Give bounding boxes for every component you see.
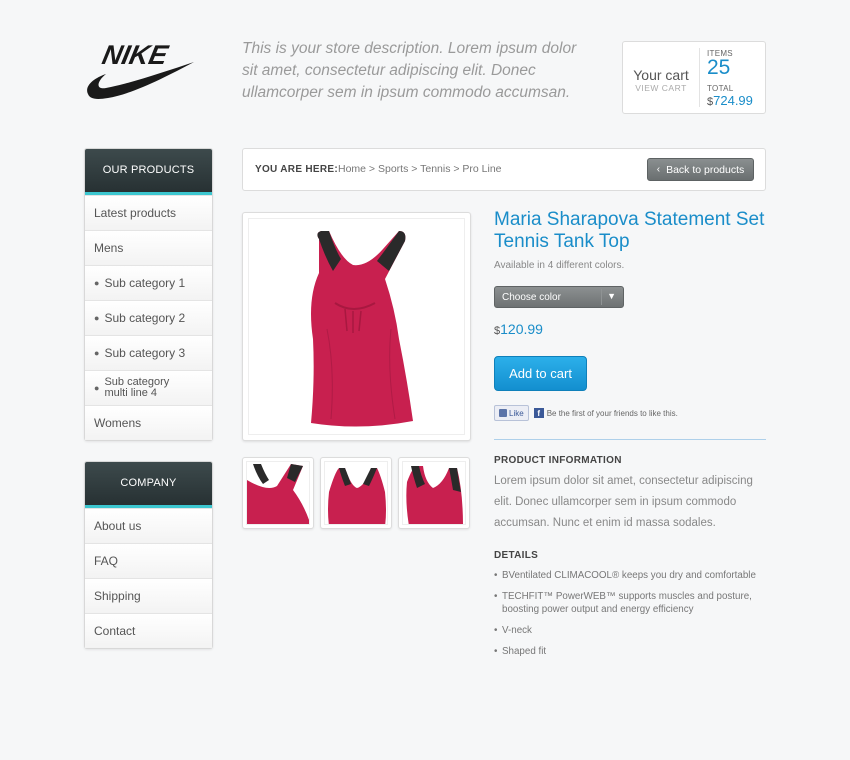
chevron-left-icon: ‹ [656,164,661,175]
details-title: DETAILS [494,550,539,561]
bullet-icon: ● [94,383,100,393]
like-button[interactable]: Like [494,405,529,421]
add-to-cart-button[interactable]: Add to cart [494,356,587,391]
sidebar-item-faq[interactable]: FAQ [85,543,212,578]
sidebar-item-label: Womens [94,416,142,430]
sidebar-item-sub-category-1[interactable]: ● Sub category 1 [85,265,212,300]
cart-total-value: 724.99 [713,93,753,108]
thumbs-up-icon [499,409,507,417]
chevron-down-icon: ▼ [607,291,616,301]
product-availability: Available in 4 different colors. [494,260,625,271]
product-thumbnail[interactable] [320,457,392,529]
color-select[interactable]: Choose color ▼ [494,286,624,308]
sidebar-item-label: Sub category 3 [104,346,186,360]
product-info-title: PRODUCT INFORMATION [494,455,622,466]
sidebar-item-label: Sub category 1 [104,276,186,290]
tank-top-image [311,231,413,427]
list-item: • BVentilated CLIMACOOL® keeps you dry an… [494,569,766,582]
sidebar-item-label: Latest products [94,206,177,220]
bullet-icon: ● [94,348,100,358]
sidebar-item-label: Sub category 2 [104,311,186,325]
company-menu-header: COMPANY [85,462,212,508]
product-thumbnail[interactable] [398,457,470,529]
cart-items-count: 25 [707,56,731,79]
sidebar-item-label: Contact [94,624,136,638]
sidebar-item-label: FAQ [94,554,119,568]
detail-text: TECHFIT™ PowerWEB™ supports muscles and … [502,591,752,615]
bullet-icon: • [494,646,498,657]
sidebar-item-about-us[interactable]: About us [85,508,212,543]
sidebar-item-contact[interactable]: Contact [85,613,212,648]
thumbnail-image [247,462,309,524]
breadcrumb-path[interactable]: Home > Sports > Tennis > Pro Line [338,163,502,175]
list-item: • Shaped fit [494,645,766,658]
cart-widget[interactable]: Your cart VIEW CART ITEMS 25 TOTAL $724.… [622,41,766,114]
thumbnail-image [325,462,387,524]
cart-total: $724.99 [707,93,753,108]
bullet-icon: ● [94,278,100,288]
company-menu: COMPANY About us FAQ Shipping Contact [84,461,213,649]
bullet-icon: • [494,570,498,581]
sidebar-item-label: Shipping [94,589,141,603]
details-list: • BVentilated CLIMACOOL® keeps you dry an… [494,569,766,666]
bullet-icon: ● [94,313,100,323]
product-title: Maria Sharapova Statement Set Tennis Tan… [494,209,765,252]
nike-wordmark: NIKE [100,39,172,70]
detail-text: Shaped fit [502,646,547,657]
sidebar-item-mens[interactable]: Mens [85,230,212,265]
bullet-icon: • [494,625,498,636]
detail-text: V-neck [502,625,532,636]
facebook-like-widget: Like f Be the first of your friends to l… [494,405,678,421]
price-value: 120.99 [500,321,543,337]
nike-logo[interactable]: NIKE [84,39,196,102]
sidebar-item-sub-category-3[interactable]: ● Sub category 3 [85,335,212,370]
breadcrumb: YOU ARE HERE: Home > Sports > Tennis > P… [242,148,766,191]
sidebar-item-latest-products[interactable]: Latest products [85,195,212,230]
list-item: • TECHFIT™ PowerWEB™ supports muscles and… [494,590,766,616]
like-text: Be the first of your friends to like thi… [546,408,678,418]
view-cart-link[interactable]: VIEW CART [623,83,699,93]
product-info-body: Lorem ipsum dolor sit amet, consectetur … [494,475,753,529]
cart-divider [699,48,700,107]
products-menu: OUR PRODUCTS Latest products Mens ● Sub c… [84,148,213,441]
svg-text:NIKE: NIKE [100,40,172,70]
breadcrumb-label: YOU ARE HERE: [255,164,338,175]
cart-title: Your cart [633,67,689,83]
sidebar-item-sub-category-multi-line-4[interactable]: ● Sub category multi line 4 [85,370,212,405]
store-description: This is your store description. Lorem ip… [242,40,577,101]
color-select-value: Choose color [502,292,561,303]
sidebar-item-shipping[interactable]: Shipping [85,578,212,613]
products-menu-header: OUR PRODUCTS [85,149,212,195]
product-main-image[interactable] [242,212,471,441]
product-thumbnail[interactable] [242,457,314,529]
back-button-label: Back to products [666,163,745,176]
sidebar-item-womens[interactable]: Womens [85,405,212,440]
like-button-label: Like [509,408,524,418]
facebook-icon: f [533,408,544,418]
sidebar-item-label: About us [94,519,142,533]
bullet-icon: • [494,591,498,602]
select-divider [601,289,602,305]
sidebar-item-label: Sub category multi line 4 [104,376,170,399]
back-to-products-button[interactable]: ‹ Back to products [647,158,754,181]
cart-total-label: TOTAL [707,84,734,93]
product-price: $120.99 [494,321,543,337]
detail-text: BVentilated CLIMACOOL® keeps you dry and… [502,570,756,581]
section-divider [494,439,766,440]
cart-summary[interactable]: Your cart VIEW CART [623,42,699,113]
thumbnail-image [403,462,465,524]
list-item: • V-neck [494,624,766,637]
sidebar-item-sub-category-2[interactable]: ● Sub category 2 [85,300,212,335]
sidebar-item-label: Mens [94,241,124,255]
